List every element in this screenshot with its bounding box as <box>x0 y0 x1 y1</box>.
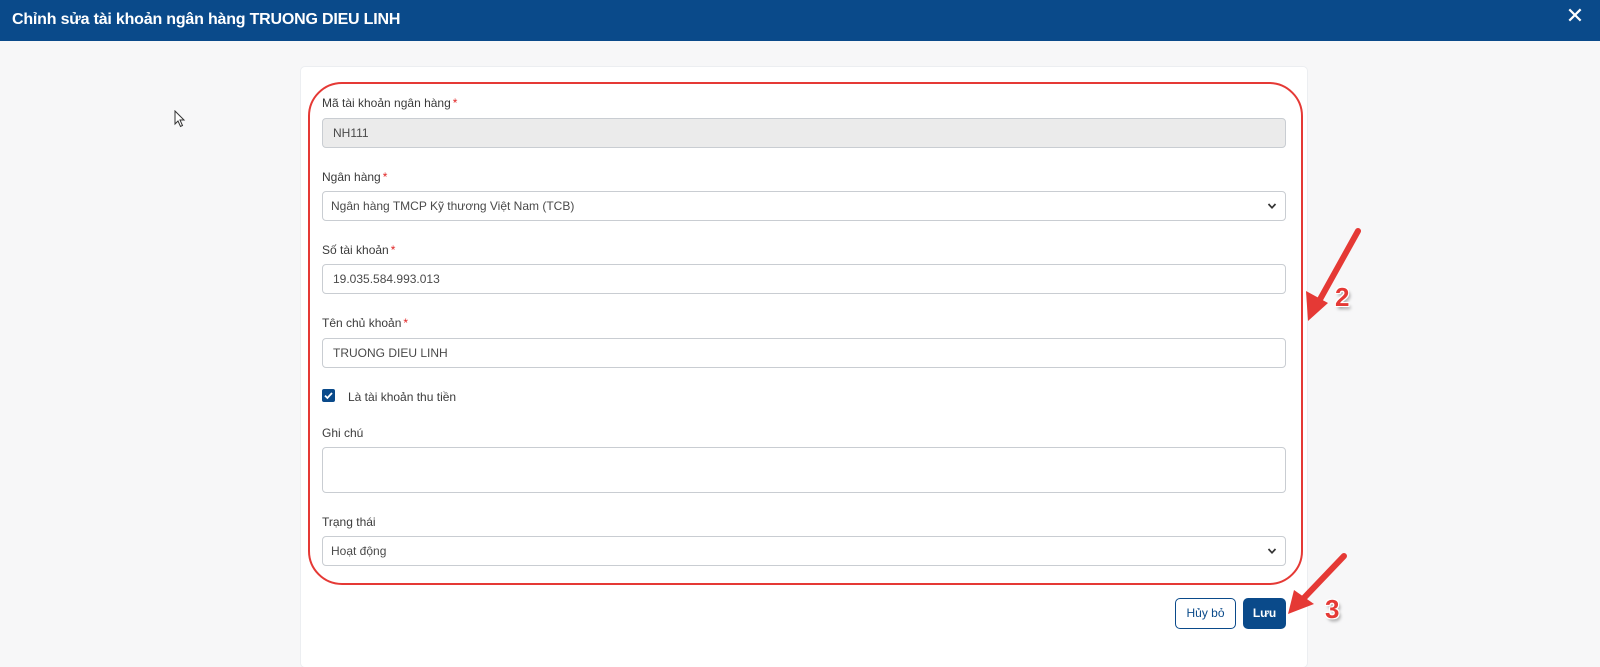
mouse-cursor-icon <box>174 110 186 128</box>
required-mark: * <box>403 316 409 330</box>
annotation-number-3: 3 <box>1325 594 1340 624</box>
status-label: Trạng thái <box>322 515 376 529</box>
annotation-number-2: 2 <box>1335 282 1350 312</box>
dialog-header: Chỉnh sửa tài khoản ngân hàng TRUONG DIE… <box>0 0 1600 41</box>
note-textarea[interactable] <box>322 447 1286 493</box>
collection-account-label: Là tài khoản thu tiền <box>348 390 457 404</box>
close-icon[interactable]: ✕ <box>1564 5 1586 27</box>
note-label: Ghi chú <box>322 426 364 440</box>
account-number-label: Số tài khoản * <box>322 243 396 257</box>
bank-label: Ngân hàng * <box>322 170 388 184</box>
status-selected-value: Hoạt động <box>331 544 387 558</box>
account-holder-input[interactable]: TRUONG DIEU LINH <box>322 338 1286 368</box>
account-code-input: NH111 <box>322 118 1286 148</box>
status-select[interactable]: Hoạt động <box>322 536 1286 566</box>
account-holder-label: Tên chủ khoản * <box>322 316 409 330</box>
required-mark: * <box>382 170 388 184</box>
required-mark: * <box>390 243 396 257</box>
cancel-button[interactable]: Hủy bỏ <box>1175 598 1236 629</box>
dialog-title: Chỉnh sửa tài khoản ngân hàng TRUONG DIE… <box>12 11 401 28</box>
chevron-down-icon <box>1267 203 1277 210</box>
save-button[interactable]: Lưu <box>1243 598 1286 629</box>
collection-account-checkbox[interactable] <box>322 389 335 402</box>
bank-select[interactable]: Ngân hàng TMCP Kỹ thương Việt Nam (TCB) <box>322 191 1286 221</box>
check-icon <box>324 392 333 400</box>
account-code-label: Mã tài khoản ngân hàng * <box>322 96 458 110</box>
account-number-input[interactable]: 19.035.584.993.013 <box>322 264 1286 294</box>
required-mark: * <box>452 96 458 110</box>
chevron-down-icon <box>1267 548 1277 555</box>
bank-selected-value: Ngân hàng TMCP Kỹ thương Việt Nam (TCB) <box>331 199 575 213</box>
